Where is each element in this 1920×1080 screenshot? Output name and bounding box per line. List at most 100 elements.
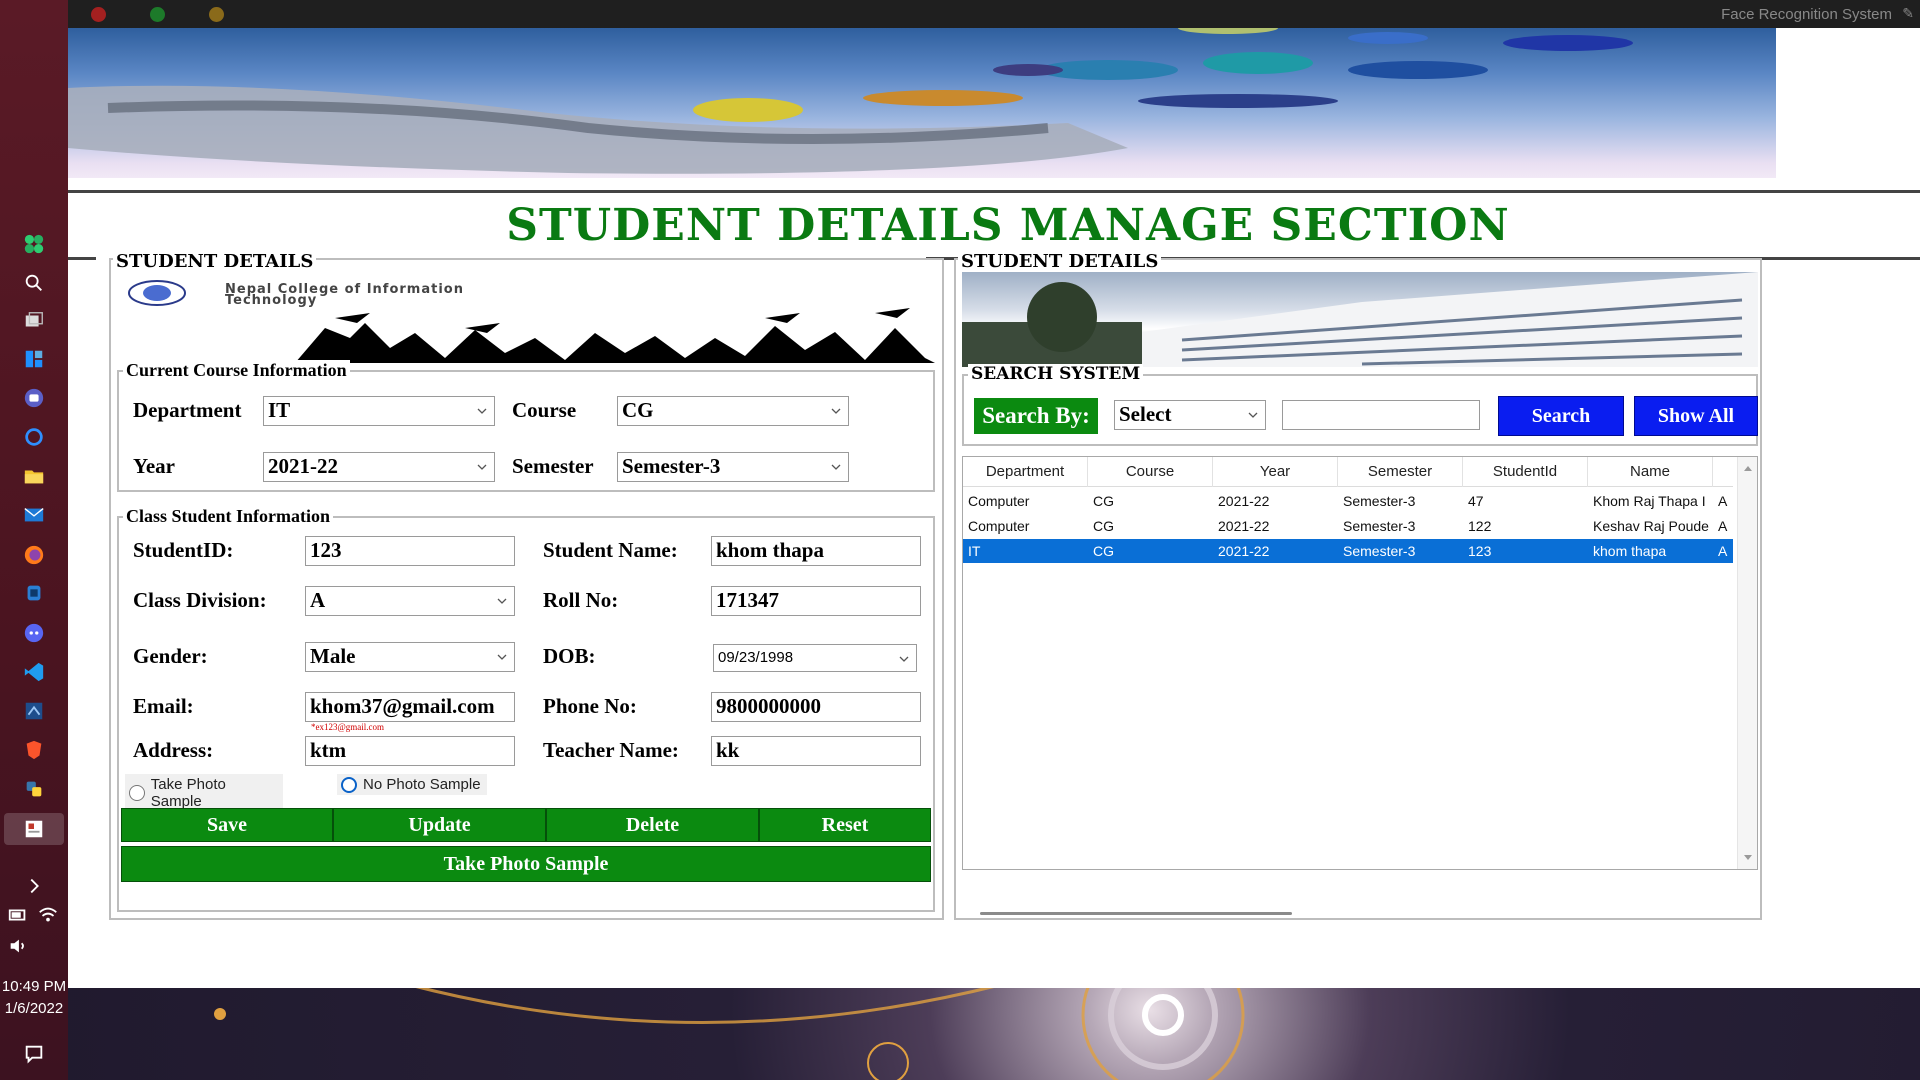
chevron-down-icon [477,464,487,470]
student-id-input[interactable]: 123 [305,536,515,566]
table-row[interactable]: Computer CG 2021-22 Semester-3 47 Khom R… [963,489,1733,513]
gender-select[interactable]: Male [305,642,515,672]
table-vertical-scrollbar[interactable] [1737,457,1757,869]
clock-date[interactable]: 1/6/2022 [0,1000,68,1017]
building-illustration [962,272,1758,367]
dob-date-picker[interactable]: 09/23/1998 [713,644,917,672]
minimize-window-button[interactable] [209,7,224,22]
taskbar: 10:49 PM 1/6/2022 [0,0,68,1080]
table-cell: Semester-3 [1343,543,1416,559]
table-cell: CG [1093,543,1114,559]
search-system-group: SEARCH SYSTEM Search By: Select Search S… [962,364,1758,446]
column-header[interactable]: StudentId [1463,457,1588,487]
year-select[interactable]: 2021-22 [263,452,495,482]
app-window: STUDENT DETAILS MANAGE SECTION STUDENT D… [68,28,1920,988]
window-titlebar[interactable]: Face Recognition System ✎ [68,0,1920,28]
table-cell: 123 [1468,543,1492,559]
search-by-select[interactable]: Select [1114,400,1266,430]
widgets-icon[interactable] [22,347,46,371]
search-by-value: Select [1119,402,1172,426]
app-icon[interactable] [22,581,46,605]
column-header[interactable]: Year [1213,457,1338,487]
maximize-window-button[interactable] [150,7,165,22]
dob-label: DOB: [543,644,596,668]
table-horizontal-scrollbar[interactable] [980,912,1292,915]
phone-no-input[interactable]: 9800000000 [711,692,921,722]
take-photo-sample-button[interactable]: Take Photo Sample [121,846,931,882]
vscode-icon[interactable] [22,660,46,684]
take-photo-radio[interactable]: Take Photo Sample [125,774,283,812]
reset-button[interactable]: Reset [759,808,931,842]
semester-label: Semester [512,454,594,478]
email-label: Email: [133,694,194,718]
address-input[interactable]: ktm [305,736,515,766]
notification-icon[interactable] [22,1042,46,1066]
delete-button[interactable]: Delete [546,808,759,842]
course-info-legend: Current Course Information [123,360,350,381]
search-input[interactable] [1282,400,1480,430]
task-view-icon[interactable] [22,309,46,333]
table-cell: 2021-22 [1218,493,1270,509]
search-by-label: Search By: [974,398,1098,434]
table-cell: Semester-3 [1343,518,1416,534]
file-explorer-icon[interactable] [22,464,46,488]
student-details-table-panel: STUDENT DETAILS SEARCH SYSTEM Search By:… [954,251,1762,920]
table-row[interactable]: Computer CG 2021-22 Semester-3 122 Kesha… [963,514,1733,538]
table-cell: IT [968,543,981,559]
table-cell: Khom Raj Thapa I [1593,493,1706,509]
scroll-up-icon[interactable] [1738,461,1758,475]
table-cell: A [1718,518,1728,534]
table-cell: khom thapa [1593,543,1667,559]
search-icon[interactable] [22,271,46,295]
app-window-icon[interactable] [22,817,46,841]
course-select[interactable]: CG [617,396,849,426]
mail-icon[interactable] [22,503,46,527]
sql-icon[interactable] [22,699,46,723]
save-button[interactable]: Save [121,808,333,842]
course-value: CG [622,398,654,422]
teacher-name-label: Teacher Name: [543,738,679,762]
discord-icon[interactable] [22,621,46,645]
pin-icon[interactable]: ✎ [1902,5,1914,22]
clock-time[interactable]: 10:49 PM [0,978,68,995]
chevron-right-icon[interactable] [22,874,46,898]
course-info-group: Current Course Information Department IT… [117,360,935,492]
table-header: Department Course Year Semester StudentI… [963,457,1733,487]
student-table[interactable]: Department Course Year Semester StudentI… [962,456,1758,870]
show-all-button[interactable]: Show All [1634,396,1758,436]
volume-icon[interactable] [6,934,30,958]
take-photo-radio-label: Take Photo Sample [150,776,226,810]
student-name-input[interactable]: khom thapa [711,536,921,566]
start-icon[interactable] [22,232,46,256]
no-photo-radio[interactable]: No Photo Sample [337,774,487,795]
roll-no-input[interactable]: 171347 [711,586,921,616]
email-input[interactable]: khom37@gmail.com [305,692,515,722]
battery-icon[interactable] [6,903,30,927]
firefox-icon[interactable] [22,543,46,567]
brave-icon[interactable] [22,738,46,762]
python-icon[interactable] [22,777,46,801]
wifi-icon[interactable] [36,903,60,927]
chevron-down-icon [497,654,507,660]
scroll-down-icon[interactable] [1738,851,1758,865]
close-window-button[interactable] [91,7,106,22]
column-header[interactable]: Course [1088,457,1213,487]
table-row-selected[interactable]: IT CG 2021-22 Semester-3 123 khom thapa … [963,539,1733,563]
update-button[interactable]: Update [333,808,546,842]
class-division-select[interactable]: A [305,586,515,616]
college-name: Nepal College of Information Technology [225,283,464,307]
table-cell: CG [1093,493,1114,509]
teacher-name-input[interactable]: kk [711,736,921,766]
chevron-down-icon [497,598,507,604]
column-header[interactable]: Department [963,457,1088,487]
column-header[interactable]: Semester [1338,457,1463,487]
cortana-icon[interactable] [22,425,46,449]
search-button[interactable]: Search [1498,396,1624,436]
butterflies-robot-hand-illustration [68,28,1633,174]
college-logo [128,280,186,306]
department-select[interactable]: IT [263,396,495,426]
column-header[interactable]: Name [1588,457,1713,487]
teams-icon[interactable] [22,386,46,410]
semester-select[interactable]: Semester-3 [617,452,849,482]
table-cell: Semester-3 [1343,493,1416,509]
